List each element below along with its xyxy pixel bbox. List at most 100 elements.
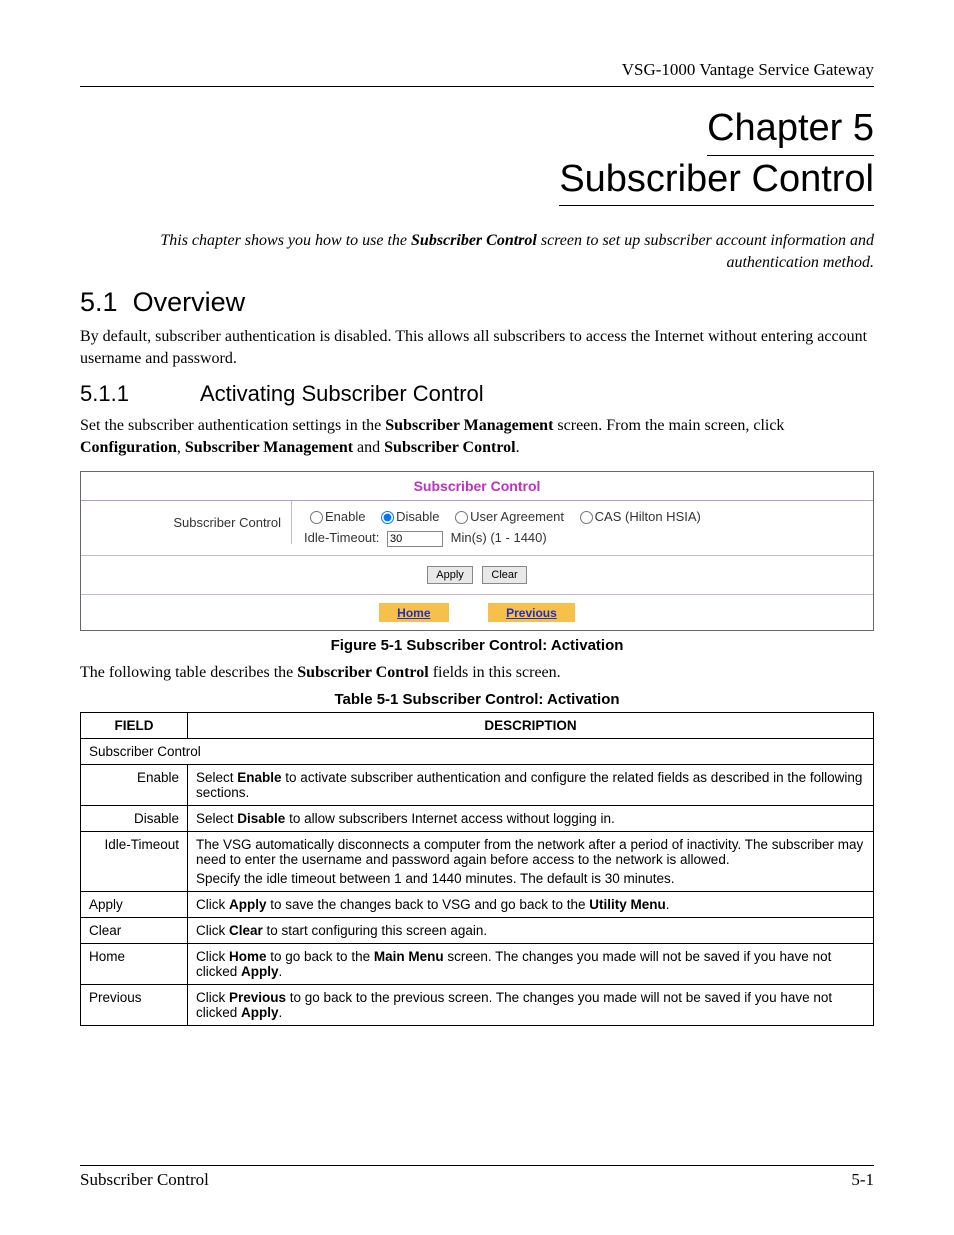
td-desc-idle: The VSG automatically disconnects a comp… [188,832,874,892]
td-field-home: Home [81,944,188,985]
ap-b1: Apply [229,897,267,912]
dis-post: to allow subscribers Internet access wit… [285,811,614,826]
radio-agreement[interactable]: User Agreement [449,509,564,524]
figure-button-row: Apply Clear [81,556,873,595]
radio-enable[interactable]: Enable [304,509,365,524]
chapter-intro: This chapter shows you how to use the Su… [80,230,874,273]
th-desc: DESCRIPTION [188,713,874,739]
timeout-label: Idle-Timeout: [304,530,379,545]
section-5.1-title: Overview [133,287,246,317]
apply-button[interactable]: Apply [427,566,473,584]
radio-cas-input[interactable] [580,511,593,524]
page-footer: Subscriber Control 5-1 [80,1161,874,1190]
hm-b2: Main Menu [374,949,444,964]
th-field: FIELD [81,713,188,739]
td-desc-clear: Click Clear to start configuring this sc… [188,918,874,944]
radio-enable-label: Enable [325,509,365,524]
table-intro-b: Subscriber Control [297,664,428,681]
table-caption: Table 5-1 Subscriber Control: Activation [80,691,874,708]
table-row-apply: Apply Click Apply to save the changes ba… [81,892,874,918]
chapter-line2: Subscriber Control [559,156,874,207]
s11-m2: , [177,439,185,456]
en-post: to activate subscriber authentication an… [196,770,862,800]
table-5-1: FIELD DESCRIPTION Subscriber Control Ena… [80,712,874,1026]
footer-left: Subscriber Control [80,1170,209,1190]
td-desc-previous: Click Previous to go back to the previou… [188,985,874,1026]
en-pre: Select [196,770,237,785]
chapter-line1: Chapter 5 [707,105,874,156]
home-link[interactable]: Home [397,606,430,620]
ap-b2: Utility Menu [589,897,666,912]
section-5.1-heading: 5.1 Overview [80,287,874,318]
s11-b4: Subscriber Control [384,439,515,456]
td-desc-apply: Click Apply to save the changes back to … [188,892,874,918]
td-desc-home: Click Home to go back to the Main Menu s… [188,944,874,985]
s11-pre: Set the subscriber authentication settin… [80,417,385,434]
figure-caption: Figure 5-1 Subscriber Control: Activatio… [80,637,874,654]
section-5.1.1-heading: 5.1.1Activating Subscriber Control [80,381,874,407]
figure-link-row: Home Previous [81,595,873,630]
previous-link[interactable]: Previous [506,606,557,620]
table-intro: The following table describes the Subscr… [80,662,874,684]
td-field-idle: Idle-Timeout [81,832,188,892]
s11-b2: Configuration [80,439,177,456]
radio-cas[interactable]: CAS (Hilton HSIA) [574,509,701,524]
idle-p1: The VSG automatically disconnects a comp… [196,837,865,867]
cl-post: to start configuring this screen again. [263,923,487,938]
radio-cas-label: CAS (Hilton HSIA) [595,509,701,524]
figure-panel-title: Subscriber Control [81,472,873,501]
radio-disable-input[interactable] [381,511,394,524]
intro-suffix: screen to set up subscriber account info… [537,232,874,271]
table-row-clear: Clear Click Clear to start configuring t… [81,918,874,944]
section-5.1-body: By default, subscriber authentication is… [80,326,874,369]
chapter-title: Chapter 5 Subscriber Control [80,105,874,206]
dis-b1: Disable [237,811,285,826]
hm-mid: to go back to the [267,949,374,964]
intro-bold: Subscriber Control [411,232,537,249]
table-intro-pre: The following table describes the [80,664,297,681]
s11-b1: Subscriber Management [385,417,553,434]
en-b1: Enable [237,770,281,785]
td-field-apply: Apply [81,892,188,918]
home-link-block: Home [379,603,448,622]
pv-post: . [279,1005,283,1020]
radio-enable-input[interactable] [310,511,323,524]
hm-post: . [279,964,283,979]
s11-m1: screen. From the main screen, click [553,417,784,434]
td-desc-disable: Select Disable to allow subscribers Inte… [188,806,874,832]
hm-pre: Click [196,949,229,964]
table-intro-post: fields in this screen. [429,664,561,681]
clear-button[interactable]: Clear [482,566,526,584]
timeout-units: Min(s) (1 - 1440) [451,530,547,545]
radio-agreement-input[interactable] [455,511,468,524]
timeout-input[interactable] [387,531,443,547]
table-row-home: Home Click Home to go back to the Main M… [81,944,874,985]
ap-post: . [666,897,670,912]
td-field-clear: Clear [81,918,188,944]
td-field-disable: Disable [81,806,188,832]
td-desc-enable: Select Enable to activate subscriber aut… [188,765,874,806]
section-5.1.1-title: Activating Subscriber Control [200,381,484,406]
s11-end: . [516,439,520,456]
table-row-previous: Previous Click Previous to go back to th… [81,985,874,1026]
section-5.1.1-num: 5.1.1 [80,381,200,407]
intro-prefix: This chapter shows you how to use the [160,232,411,249]
figure-timeout-line: Idle-Timeout: Min(s) (1 - 1440) [304,530,861,547]
pv-mid: to go back to the previous screen. The c… [196,990,832,1020]
hm-b1: Home [229,949,267,964]
table-row-span: Subscriber Control [81,739,874,765]
previous-link-block: Previous [488,603,575,622]
figure-row-label: Subscriber Control [81,501,292,544]
ap-pre: Click [196,897,229,912]
td-field-previous: Previous [81,985,188,1026]
figure-row-content: Enable Disable User Agreement CAS (Hilto… [292,501,873,555]
s11-m3: and [353,439,384,456]
section-5.1-num: 5.1 [80,287,118,317]
s11-b3: Subscriber Management [185,439,353,456]
footer-line: Subscriber Control 5-1 [80,1166,874,1190]
radio-disable[interactable]: Disable [375,509,439,524]
radio-disable-label: Disable [396,509,439,524]
idle-p2: Specify the idle timeout between 1 and 1… [196,871,865,886]
cl-b1: Clear [229,923,263,938]
table-row-enable: Enable Select Enable to activate subscri… [81,765,874,806]
